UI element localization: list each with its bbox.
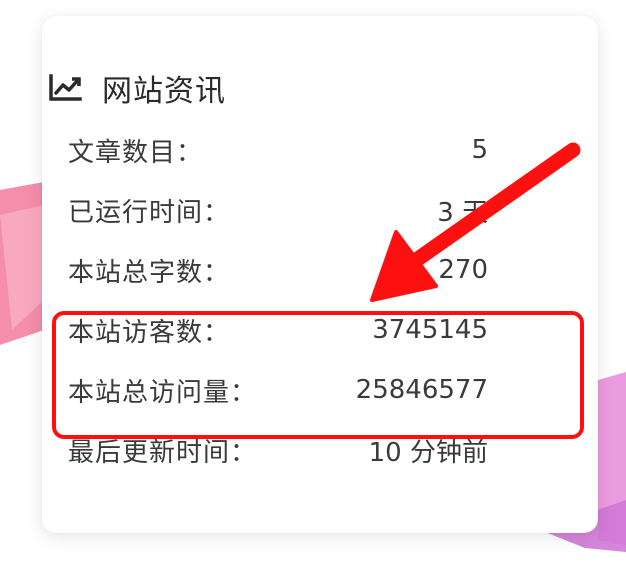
- stat-label: 已运行时间：: [68, 197, 231, 228]
- stat-value: 5: [471, 135, 488, 165]
- highlight-box: [52, 311, 584, 439]
- stat-row-article-count: 文章数目： 5: [68, 120, 488, 180]
- card-header: 网站资讯: [48, 64, 226, 112]
- stat-row-runtime: 已运行时间： 3 天: [68, 180, 488, 240]
- stat-label: 本站总字数：: [68, 257, 231, 288]
- trend-chart-icon: [48, 74, 82, 102]
- stat-value: 270: [438, 255, 488, 285]
- page: 网站资讯 文章数目： 5 已运行时间： 3 天 本站总字数： 270 本站访客数…: [0, 0, 626, 562]
- card-title: 网站资讯: [102, 74, 226, 109]
- stat-row-word-count: 本站总字数： 270: [68, 240, 488, 300]
- stat-value: 3 天: [437, 197, 488, 228]
- stat-label: 文章数目：: [68, 137, 204, 168]
